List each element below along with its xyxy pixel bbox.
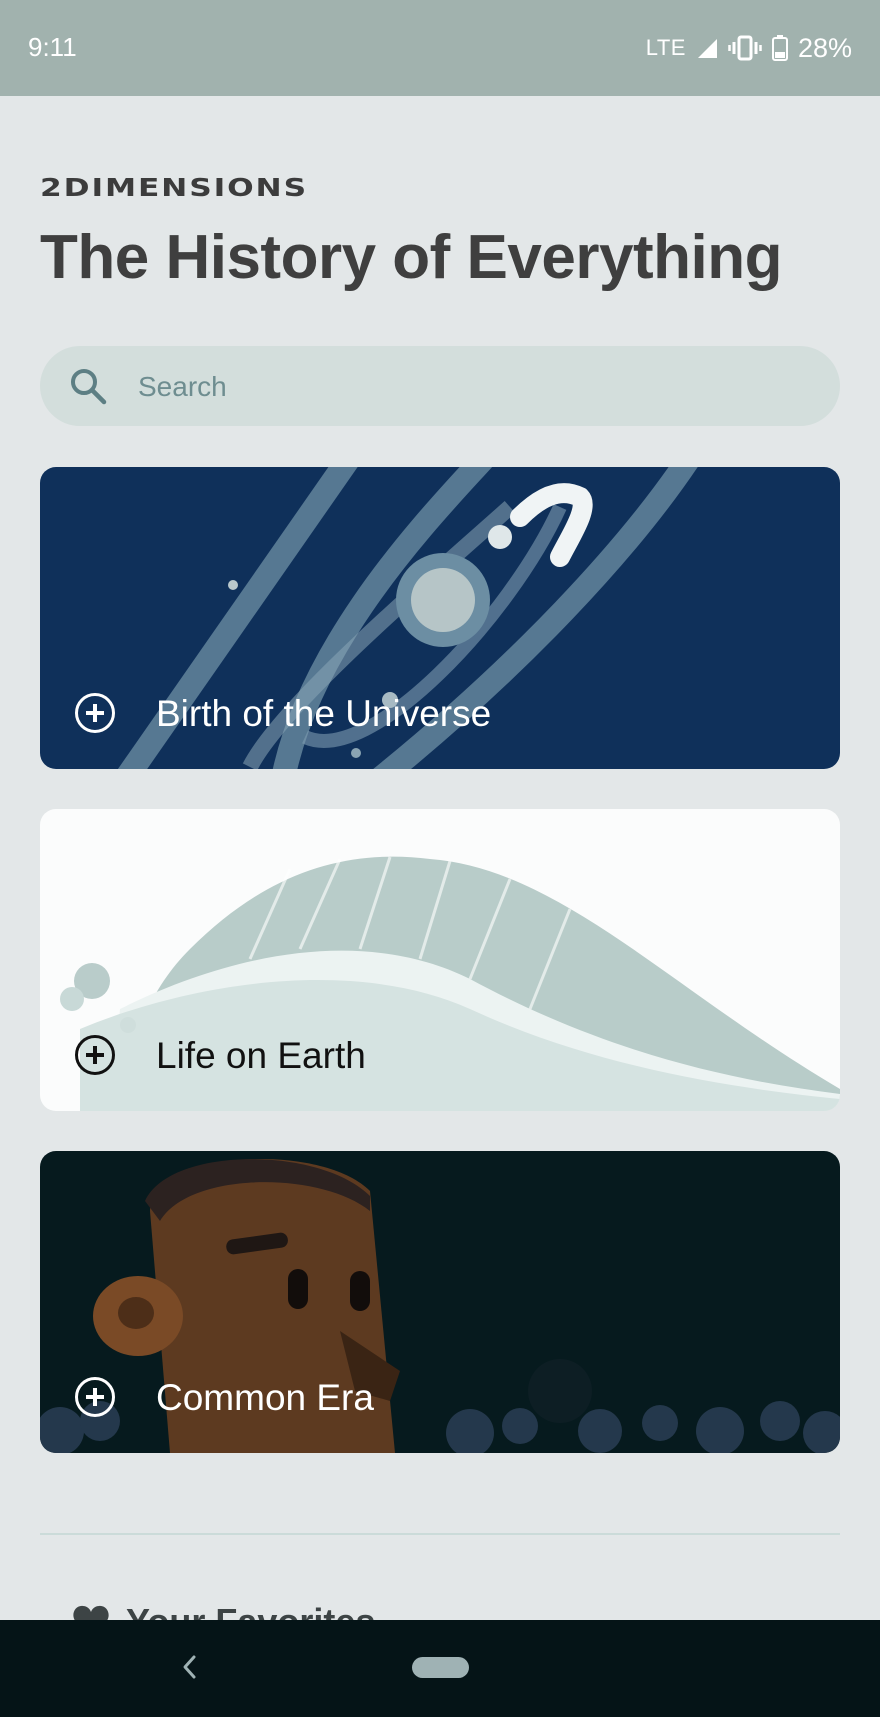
era-card-birth-of-the-universe[interactable]: Birth of the Universe bbox=[40, 467, 840, 769]
brand-name: 2DIMENSIONS bbox=[40, 176, 308, 198]
era-card-common-era[interactable]: Common Era bbox=[40, 1151, 840, 1453]
home-pill-icon[interactable] bbox=[412, 1657, 469, 1678]
section-divider bbox=[40, 1533, 840, 1535]
plus-circle-icon[interactable] bbox=[74, 1034, 116, 1076]
status-bar: 9:11 LTE 28% bbox=[0, 0, 880, 96]
vibrate-icon bbox=[728, 35, 762, 61]
battery-percent: 28% bbox=[797, 32, 852, 63]
era-label: Common Era bbox=[156, 1377, 374, 1418]
era-label: Birth of the Universe bbox=[156, 693, 492, 734]
battery-icon bbox=[771, 35, 788, 61]
brand-logo: 2DIMENSIONS bbox=[40, 176, 308, 198]
plus-circle-icon[interactable] bbox=[74, 692, 116, 734]
signal-icon bbox=[697, 39, 717, 58]
search-input[interactable] bbox=[136, 364, 800, 410]
status-icons: LTE 28% bbox=[646, 30, 852, 66]
page-title: The History of Everything bbox=[40, 223, 782, 292]
status-time: 9:11 bbox=[28, 32, 77, 62]
search-bar[interactable] bbox=[40, 346, 840, 426]
plus-circle-icon[interactable] bbox=[74, 1376, 116, 1418]
era-card-life-on-earth[interactable]: Life on Earth bbox=[40, 809, 840, 1111]
era-label: Life on Earth bbox=[156, 1035, 366, 1076]
network-type: LTE bbox=[645, 35, 686, 60]
navigation-bar bbox=[0, 1620, 880, 1717]
back-chevron-icon[interactable] bbox=[180, 1652, 198, 1682]
search-icon[interactable] bbox=[68, 366, 108, 406]
